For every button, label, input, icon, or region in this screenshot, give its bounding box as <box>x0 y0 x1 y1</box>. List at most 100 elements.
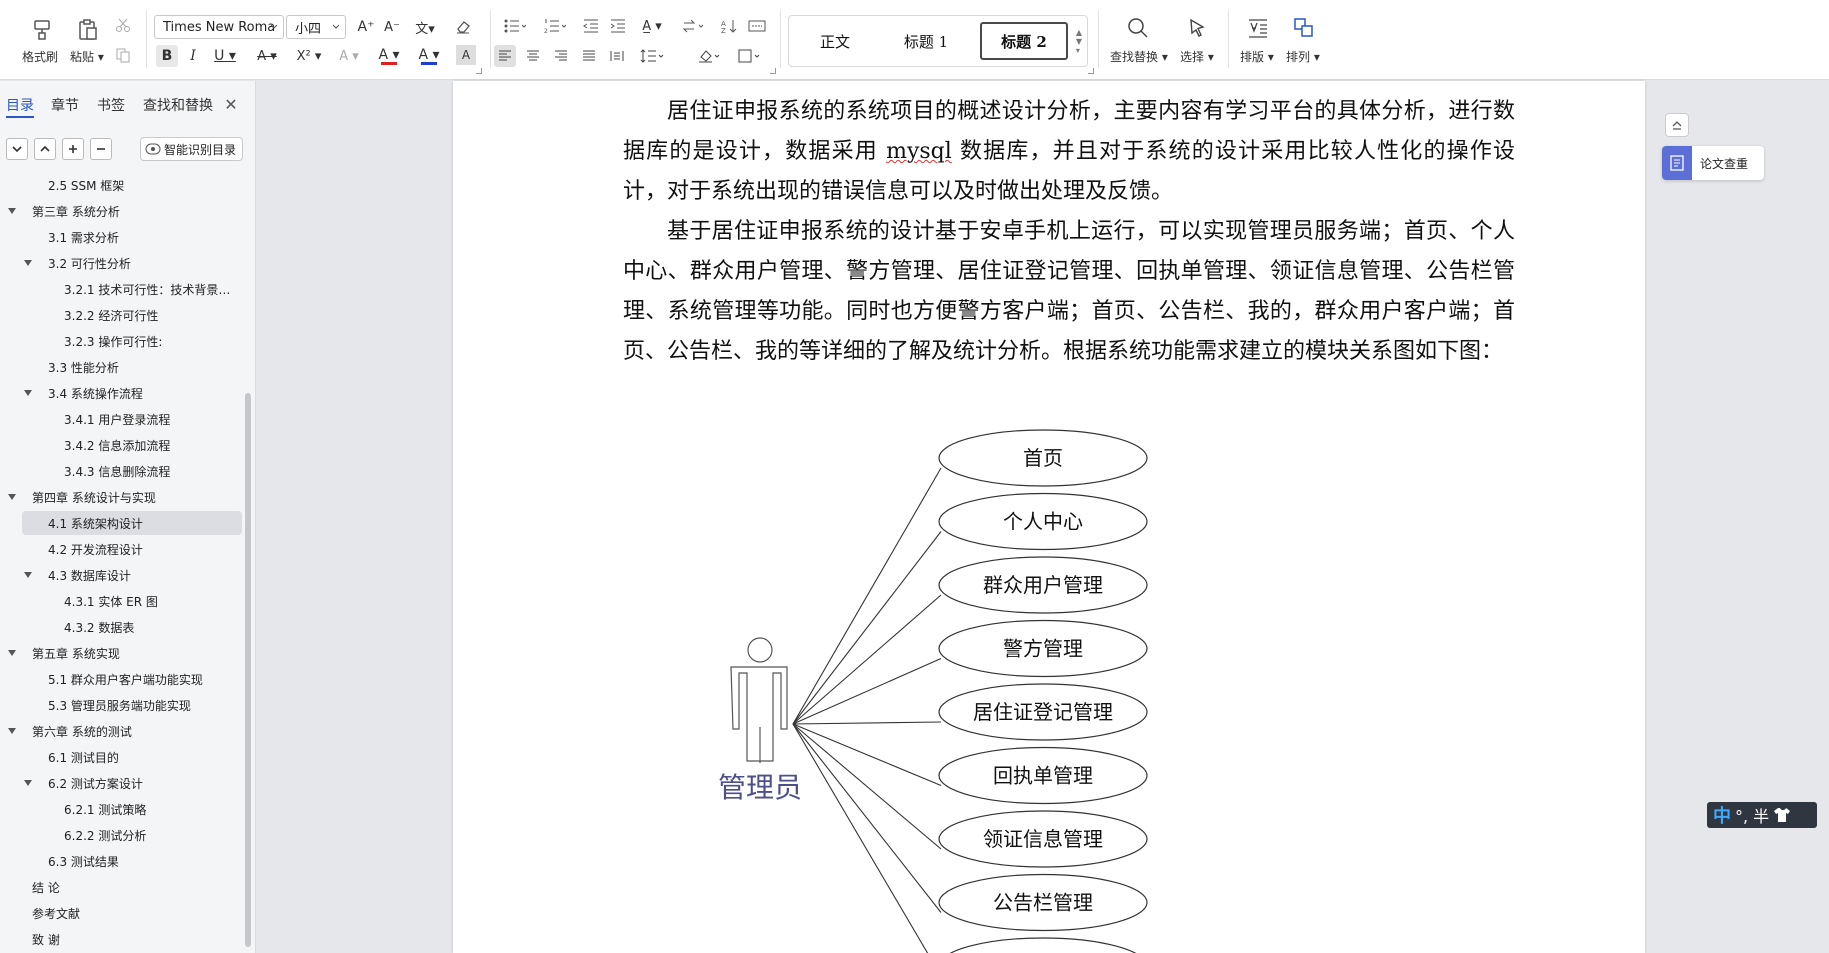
toc-item[interactable]: 2.5 SSM 框架 <box>22 173 242 197</box>
toc-item[interactable]: 3.4 系统操作流程 <box>22 381 242 405</box>
style-heading-2[interactable]: 标题 2 <box>980 22 1068 60</box>
collapse-panel-icon[interactable] <box>1665 113 1689 137</box>
toc-item[interactable]: 3.4.2 信息添加流程 <box>22 433 242 457</box>
expand-triangle-icon[interactable] <box>24 572 32 578</box>
toc-item[interactable]: 3.4.3 信息删除流程 <box>22 459 242 483</box>
toc-item[interactable]: 4.2 开发流程设计 <box>22 537 242 561</box>
sort-icon[interactable]: AZ <box>718 15 740 37</box>
eraser-icon[interactable] <box>452 15 474 37</box>
select-label[interactable]: 选择 ▾ <box>1180 48 1214 65</box>
toc-item[interactable]: 3.3 性能分析 <box>22 355 242 379</box>
toc-item[interactable]: 4.3.2 数据表 <box>22 615 242 639</box>
tab-find-replace[interactable]: 查找和替换 <box>143 95 213 115</box>
style-heading-1[interactable]: 标题 1 <box>881 22 971 60</box>
ime-status-bar[interactable]: 中 °, 半 <box>1707 802 1817 828</box>
sort-swap-icon[interactable] <box>678 15 708 37</box>
minus-icon[interactable] <box>90 138 112 160</box>
format-painter-icon[interactable] <box>28 16 56 44</box>
layout-icon[interactable] <box>1244 14 1272 42</box>
toc-item[interactable]: 第六章 系统的测试 <box>8 719 242 743</box>
decrease-indent-icon[interactable] <box>580 15 602 37</box>
search-icon[interactable] <box>1124 14 1152 42</box>
toc-item[interactable]: 结 论 <box>22 875 242 899</box>
chevron-down-icon[interactable] <box>6 138 28 160</box>
toc-item[interactable]: 3.2.2 经济可行性 <box>22 303 242 327</box>
toc-item[interactable]: 4.3.1 实体 ER 图 <box>22 589 242 613</box>
close-icon[interactable]: ✕ <box>222 95 240 114</box>
toc-item[interactable]: 3.2.3 操作可行性: <box>22 329 242 353</box>
toc-item[interactable]: 3.1 需求分析 <box>22 225 242 249</box>
arrange-icon[interactable] <box>1290 14 1318 42</box>
bullet-list-icon[interactable] <box>500 15 530 37</box>
select-cursor-icon[interactable] <box>1184 14 1212 42</box>
toc-item[interactable]: 6.2 测试方案设计 <box>22 771 242 795</box>
toc-item[interactable]: 3.4.1 用户登录流程 <box>22 407 242 431</box>
expand-triangle-icon[interactable] <box>24 260 32 266</box>
expand-triangle-icon[interactable] <box>24 780 32 786</box>
style-gallery-scroll[interactable]: ▲ ▼ ▾ <box>1072 16 1086 66</box>
expand-triangle-icon[interactable] <box>8 728 16 734</box>
increase-indent-icon[interactable] <box>607 15 629 37</box>
toc-item[interactable]: 致 谢 <box>22 927 242 951</box>
ime-language[interactable]: 中 <box>1713 802 1731 828</box>
paste-label[interactable]: 粘贴 ▾ <box>70 48 104 65</box>
arrange-label[interactable]: 排列 ▾ <box>1286 48 1320 65</box>
toc-item[interactable]: 第四章 系统设计与实现 <box>8 485 242 509</box>
toc-item[interactable]: 4.1 系统架构设计 <box>22 511 242 535</box>
toc-item[interactable]: 3.2 可行性分析 <box>22 251 242 275</box>
chevron-up-icon[interactable] <box>34 138 56 160</box>
toc-item[interactable]: 3.2.1 技术可行性：技术背景… <box>22 277 242 301</box>
tab-bookmarks[interactable]: 书签 <box>97 95 125 115</box>
toc-item[interactable]: 第三章 系统分析 <box>8 199 242 223</box>
find-replace-label[interactable]: 查找替换 ▾ <box>1110 48 1168 65</box>
superscript-button[interactable]: X² ▾ <box>294 45 324 67</box>
layout-label[interactable]: 排版 ▾ <box>1240 48 1274 65</box>
strikethrough-button[interactable]: A ▾ <box>252 45 282 67</box>
tab-chapters[interactable]: 章节 <box>51 95 79 115</box>
tab-toc[interactable]: 目录 <box>6 95 34 115</box>
line-spacing-icon[interactable] <box>636 45 668 67</box>
shading-icon[interactable] <box>694 45 726 67</box>
expand-triangle-icon[interactable] <box>24 390 32 396</box>
toc-item[interactable]: 6.3 测试结果 <box>22 849 242 873</box>
align-right-icon[interactable] <box>550 45 572 67</box>
smart-toc-button[interactable]: 智能识别目录 <box>140 137 243 161</box>
font-shrink-icon[interactable]: A⁻ <box>382 17 402 37</box>
expand-triangle-icon[interactable] <box>8 650 16 656</box>
numbered-list-icon[interactable]: 2 <box>540 15 570 37</box>
toc-item[interactable]: 5.1 群众用户客户端功能实现 <box>22 667 242 691</box>
align-center-icon[interactable] <box>522 45 544 67</box>
toc-item[interactable]: 参考文献 <box>22 901 242 925</box>
style-normal[interactable]: 正文 <box>795 22 875 60</box>
nav-scrollbar[interactable] <box>245 393 251 947</box>
toc-item[interactable]: 6.2.1 测试策略 <box>22 797 242 821</box>
format-painter-label[interactable]: 格式刷 <box>22 48 58 65</box>
plus-icon[interactable] <box>62 138 84 160</box>
ime-mode[interactable]: °, 半 <box>1735 803 1769 827</box>
font-grow-icon[interactable]: A⁺ <box>356 17 376 37</box>
italic-button[interactable]: I <box>182 45 204 67</box>
bold-button[interactable]: B <box>156 45 178 67</box>
align-left-icon[interactable] <box>494 45 516 67</box>
phonetic-guide-icon[interactable]: 文▾ <box>410 17 440 37</box>
text-direction-icon[interactable]: A̲ ▾ <box>636 15 668 37</box>
border-icon[interactable] <box>734 45 766 67</box>
paste-icon[interactable] <box>74 16 102 44</box>
show-marks-icon[interactable] <box>746 15 768 37</box>
font-size-select[interactable]: 小四 <box>286 15 346 39</box>
document-page[interactable]: 居住证申报系统的系统项目的概述设计分析，主要内容有学习平台的具体分析，进行数据库… <box>453 81 1645 953</box>
expand-triangle-icon[interactable] <box>8 208 16 214</box>
char-shading-button[interactable]: A <box>456 45 476 65</box>
skin-shirt-icon[interactable] <box>1773 807 1791 823</box>
toc-item[interactable]: 4.3 数据库设计 <box>22 563 242 587</box>
underline-button[interactable]: U ▾ <box>210 45 240 67</box>
expand-triangle-icon[interactable] <box>8 494 16 500</box>
copy-icon[interactable] <box>112 44 134 66</box>
justify-icon[interactable] <box>578 45 600 67</box>
toc-item[interactable]: 第五章 系统实现 <box>8 641 242 665</box>
cut-icon[interactable] <box>112 14 134 36</box>
font-name-select[interactable]: Times New Roma <box>154 15 284 39</box>
highlight-color-button[interactable]: A ▾ <box>374 45 404 67</box>
font-color-button[interactable]: A ▾ <box>414 45 444 67</box>
distribute-icon[interactable] <box>606 45 628 67</box>
